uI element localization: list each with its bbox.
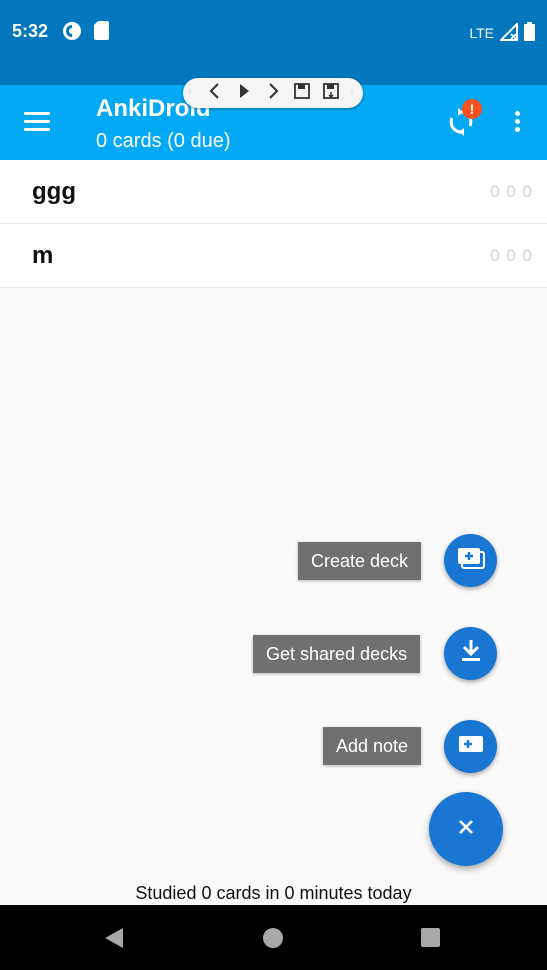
add-note-icon xyxy=(458,734,484,759)
close-icon xyxy=(457,818,475,841)
deck-counts: 0 0 0 xyxy=(490,182,533,201)
signal-icon xyxy=(498,21,518,44)
deck-row[interactable]: ggg 0 0 0 xyxy=(0,160,547,224)
deck-counts: 0 0 0 xyxy=(490,246,533,265)
status-bar: 5:32 LTE xyxy=(0,0,547,85)
floating-nav-toolbar xyxy=(183,78,363,108)
play-icon[interactable] xyxy=(235,82,253,105)
back-icon[interactable] xyxy=(104,927,124,954)
save-icon[interactable] xyxy=(293,82,311,105)
add-note-label[interactable]: Add note xyxy=(323,727,422,765)
drag-handle-icon[interactable] xyxy=(351,82,357,105)
download-icon xyxy=(460,639,482,668)
battery-icon xyxy=(524,22,535,44)
sync-alert-badge: ! xyxy=(462,99,482,119)
status-time: 5:32 xyxy=(12,21,49,41)
sd-card-icon xyxy=(94,21,109,45)
menu-icon[interactable] xyxy=(24,112,50,132)
deck-row[interactable]: m 0 0 0 xyxy=(0,224,547,288)
system-nav-bar xyxy=(0,905,547,970)
chevron-left-icon[interactable] xyxy=(206,82,224,105)
chevron-right-icon[interactable] xyxy=(264,82,282,105)
more-vert-icon[interactable] xyxy=(511,111,523,135)
deck-list: ggg 0 0 0 m 0 0 0 xyxy=(0,160,547,288)
home-icon[interactable] xyxy=(263,928,283,948)
create-deck-icon xyxy=(456,546,486,575)
save-as-icon[interactable] xyxy=(322,82,340,105)
card-count-subtitle: 0 cards (0 due) xyxy=(96,130,231,152)
pocket-casts-icon xyxy=(62,21,82,46)
create-deck-button[interactable] xyxy=(444,534,497,587)
add-note-button[interactable] xyxy=(444,720,497,773)
close-fab-button[interactable] xyxy=(429,792,503,866)
studied-today-text: Studied 0 cards in 0 minutes today xyxy=(135,883,412,903)
recents-icon[interactable] xyxy=(421,928,440,947)
drag-handle-icon[interactable] xyxy=(189,82,195,105)
deck-name: ggg xyxy=(32,178,76,205)
get-shared-decks-label[interactable]: Get shared decks xyxy=(253,635,421,673)
status-right: LTE xyxy=(469,21,535,44)
create-deck-label[interactable]: Create deck xyxy=(298,542,422,580)
network-type: LTE xyxy=(469,25,494,41)
get-shared-decks-button[interactable] xyxy=(444,627,497,680)
deck-name: m xyxy=(32,242,54,269)
